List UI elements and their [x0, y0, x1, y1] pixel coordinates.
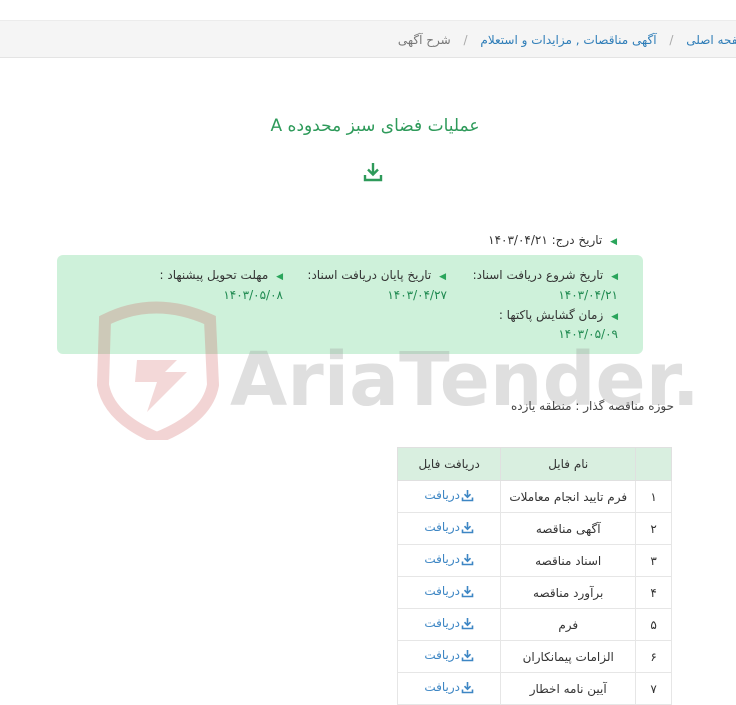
- row-download-cell: دریافت: [396, 640, 502, 673]
- receive-start-value: ۱۴۰۳/۰۴/۲۱: [558, 288, 618, 302]
- row-index: ۲: [635, 512, 672, 545]
- download-label: دریافت: [424, 488, 460, 503]
- breadcrumb-separator: /: [463, 33, 468, 47]
- table-row: ۵ فرم دریافت: [396, 608, 672, 641]
- row-index: ۵: [635, 608, 672, 641]
- download-link[interactable]: دریافت: [424, 648, 474, 662]
- breadcrumb-section-link[interactable]: آگهی مناقصات , مزایدات و استعلام: [480, 33, 656, 47]
- breadcrumb-separator: /: [669, 33, 674, 47]
- row-index: ۴: [635, 576, 672, 609]
- download-link[interactable]: دریافت: [424, 616, 474, 630]
- triangle-left-icon: ◀: [611, 272, 618, 282]
- download-link[interactable]: دریافت: [424, 520, 474, 534]
- files-table: نام فایل دریافت فایل ۱ فرم تایید انجام مع…: [396, 447, 672, 705]
- download-icon: [461, 521, 474, 534]
- receive-end-label: تاریخ پایان دریافت اسناد:: [307, 268, 432, 282]
- row-index: ۳: [635, 544, 672, 577]
- insert-date-value: ۱۴۰۳/۰۴/۲۱: [488, 233, 548, 247]
- header-index: [635, 447, 672, 481]
- table-row: ۶ الزامات پیمانکاران دریافت: [396, 640, 672, 673]
- table-row: ۱ فرم تایید انجام معاملات دریافت: [396, 480, 672, 513]
- download-link[interactable]: دریافت: [424, 488, 474, 502]
- download-icon: [461, 617, 474, 630]
- row-download-cell: دریافت: [396, 512, 502, 545]
- breadcrumb-current: شرح آگهی: [397, 33, 451, 47]
- download-label: دریافت: [424, 648, 460, 663]
- breadcrumb-home-link[interactable]: صفحه اصلی: [686, 33, 736, 47]
- row-download-cell: دریافت: [396, 672, 502, 705]
- receive-start-row: ◀ تاریخ شروع دریافت اسناد:: [473, 268, 618, 282]
- page-title: عملیات فضای سبز محدوده A: [270, 116, 480, 136]
- download-icon: [461, 553, 474, 566]
- triangle-left-icon: ◀: [611, 312, 618, 322]
- row-file-name: اسناد مناقصه: [500, 544, 637, 577]
- opening-label: زمان گشایش پاکتها :: [498, 308, 604, 322]
- download-link[interactable]: دریافت: [424, 552, 474, 566]
- download-label: دریافت: [424, 520, 460, 535]
- row-index: ۷: [635, 672, 672, 705]
- organizer-text: حوزه مناقصه گذار : منطقه یازده: [510, 399, 674, 413]
- deadline-label: مهلت تحویل پیشنهاد :: [159, 268, 269, 282]
- download-link[interactable]: دریافت: [424, 680, 474, 694]
- insert-date-label: تاریخ درج:: [551, 233, 603, 247]
- deadline-value: ۱۴۰۳/۰۵/۰۸: [223, 288, 283, 302]
- table-row: ۴ برآورد مناقصه دریافت: [396, 576, 672, 609]
- table-row: ۲ آگهی مناقصه دریافت: [396, 512, 672, 545]
- row-download-cell: دریافت: [396, 608, 502, 641]
- download-icon: [461, 649, 474, 662]
- triangle-left-icon: ◀: [276, 272, 283, 282]
- download-icon[interactable]: [362, 161, 384, 183]
- opening-row: ◀ زمان گشایش پاکتها :: [499, 308, 618, 322]
- row-index: ۱: [635, 480, 672, 513]
- breadcrumb: صفحه اصلی / آگهی مناقصات , مزایدات و است…: [0, 20, 736, 58]
- download-label: دریافت: [424, 616, 460, 631]
- table-row: ۷ آیین نامه اخطار دریافت: [396, 672, 672, 705]
- download-icon: [461, 489, 474, 502]
- receive-end-row: ◀ تاریخ پایان دریافت اسناد:: [307, 268, 446, 282]
- insert-date-row: ◀ تاریخ درج: ۱۴۰۳/۰۴/۲۱: [488, 233, 617, 247]
- triangle-left-icon: ◀: [439, 272, 446, 282]
- download-label: دریافت: [424, 680, 460, 695]
- row-file-name: فرم: [500, 608, 637, 641]
- header-download: دریافت فایل: [396, 447, 502, 481]
- download-icon: [461, 585, 474, 598]
- receive-end-value: ۱۴۰۳/۰۴/۲۷: [387, 288, 447, 302]
- header-file-name: نام فایل: [500, 447, 637, 481]
- deadline-row: ◀ مهلت تحویل پیشنهاد :: [160, 268, 283, 282]
- row-file-name: فرم تایید انجام معاملات: [500, 480, 637, 513]
- download-icon: [461, 681, 474, 694]
- row-download-cell: دریافت: [396, 576, 502, 609]
- table-row: ۳ اسناد مناقصه دریافت: [396, 544, 672, 577]
- table-header-row: نام فایل دریافت فایل: [396, 447, 672, 481]
- row-file-name: آگهی مناقصه: [500, 512, 637, 545]
- row-file-name: برآورد مناقصه: [500, 576, 637, 609]
- receive-start-label: تاریخ شروع دریافت اسناد:: [472, 268, 604, 282]
- triangle-left-icon: ◀: [610, 237, 617, 247]
- row-index: ۶: [635, 640, 672, 673]
- download-link[interactable]: دریافت: [424, 584, 474, 598]
- download-label: دریافت: [424, 552, 460, 567]
- row-download-cell: دریافت: [396, 544, 502, 577]
- download-label: دریافت: [424, 584, 460, 599]
- row-file-name: الزامات پیمانکاران: [500, 640, 637, 673]
- row-file-name: آیین نامه اخطار: [500, 672, 637, 705]
- row-download-cell: دریافت: [396, 480, 502, 513]
- opening-value: ۱۴۰۳/۰۵/۰۹: [558, 327, 618, 341]
